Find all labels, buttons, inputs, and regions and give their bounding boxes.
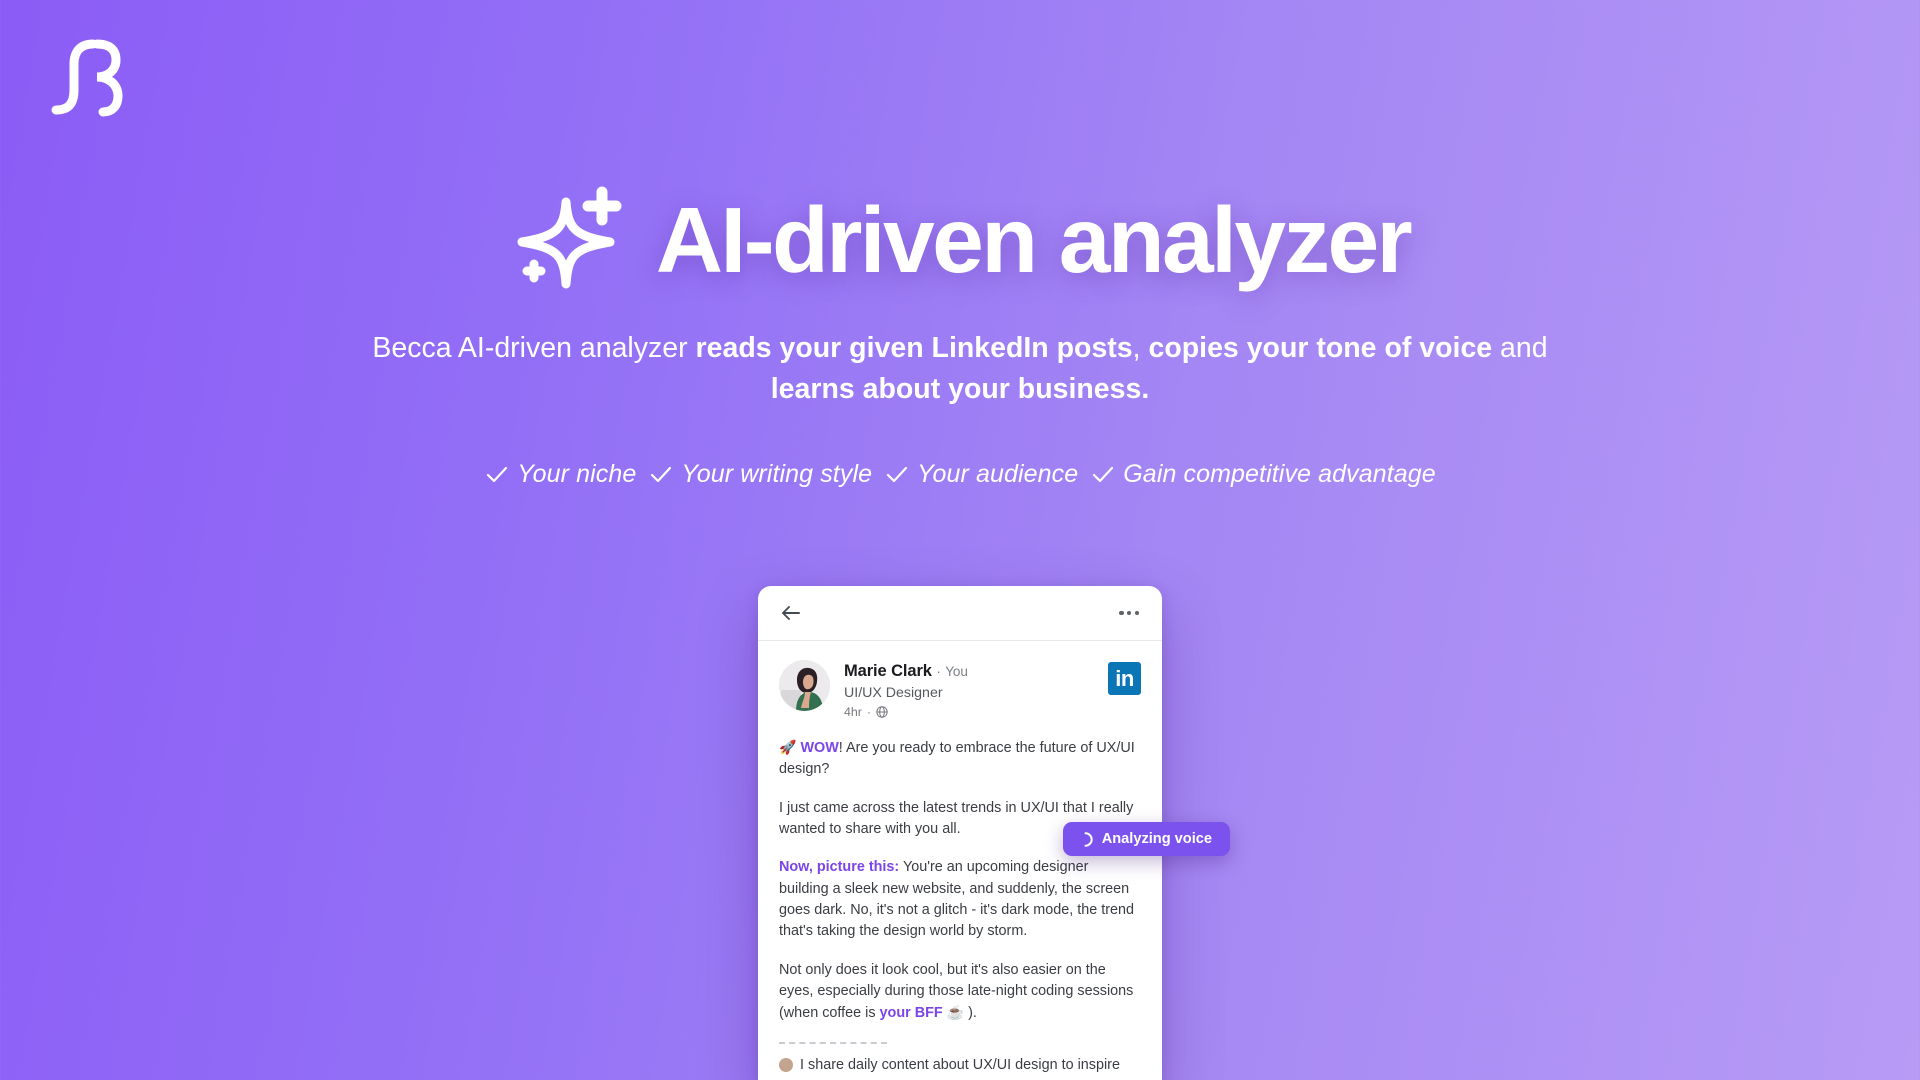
feature-label: Your audience [917, 460, 1079, 489]
feature-label: Gain competitive advantage [1123, 460, 1436, 489]
loading-spinner-icon [1078, 831, 1093, 847]
coffee-emoji-icon: ☕ [946, 1004, 965, 1021]
headline-row: AI-driven analyzer [510, 178, 1413, 302]
author-name: Marie Clark [844, 662, 932, 680]
meta-separator: · [866, 705, 872, 720]
dashed-divider [779, 1041, 887, 1044]
post-meta: 4hr · [844, 705, 1108, 719]
post-body: 🚀 WOW! Are you ready to embrace the futu… [758, 719, 1162, 1076]
post-paragraph-3: Now, picture this: You're an upcoming de… [779, 857, 1141, 942]
avatar[interactable] [779, 660, 830, 711]
picture-this-highlight: Now, picture this: [779, 859, 900, 876]
check-icon [884, 464, 910, 486]
subtitle-part-3: and [1492, 332, 1548, 364]
post-author-header: Marie Clark · You UI/UX Designer 4hr · i… [758, 641, 1162, 719]
feature-label: Your niche [517, 460, 637, 489]
post-paragraph-1: 🚀 WOW! Are you ready to embrace the futu… [779, 737, 1141, 781]
back-arrow-icon[interactable] [779, 601, 803, 625]
sparkle-star-icon [510, 184, 628, 302]
feature-item: Your niche [484, 460, 636, 489]
author-info: Marie Clark · You UI/UX Designer 4hr · [844, 660, 1108, 719]
becca-monogram-logo-icon [50, 38, 132, 118]
post-paragraph-4: Not only does it look cool, but it's als… [779, 960, 1141, 1025]
subtitle-part-2: , [1132, 332, 1149, 364]
subtitle-bold-2: copies your tone of voice [1148, 332, 1493, 364]
author-name-row: Marie Clark · You [844, 661, 1108, 682]
linkedin-logo: in [1108, 662, 1141, 695]
post-preview: Marie Clark · You UI/UX Designer 4hr · i… [758, 586, 1230, 1080]
feature-item: Gain competitive advantage [1078, 460, 1436, 489]
globe-icon [876, 706, 888, 718]
hero-subtitle: Becca AI-driven analyzer reads your give… [345, 328, 1575, 410]
subtitle-part-1: Becca AI-driven analyzer [372, 332, 696, 364]
feature-label: Your writing style [681, 460, 873, 489]
feature-item: Your writing style [636, 460, 872, 489]
hero-section: AI-driven analyzer Becca AI-driven analy… [0, 178, 1920, 489]
becca-logo[interactable] [50, 38, 132, 118]
bff-highlight: your BFF [879, 1005, 943, 1022]
mini-avatar-icon [779, 1057, 793, 1072]
subtitle-bold-1: reads your given LinkedIn posts [695, 332, 1133, 364]
wow-highlight: WOW [800, 740, 839, 757]
post-footer-line: I share daily content about UX/UI design… [779, 1055, 1141, 1076]
footer-text: I share daily content about UX/UI design… [800, 1056, 1120, 1073]
check-icon [484, 464, 510, 486]
rocket-emoji-icon: 🚀 [779, 739, 797, 756]
feature-item: Your audience [872, 460, 1078, 489]
more-options-icon[interactable] [1117, 603, 1141, 623]
card-topbar [758, 586, 1162, 641]
author-role: UI/UX Designer [844, 684, 943, 701]
analyzing-voice-badge: Analyzing voice [1062, 822, 1230, 856]
page-title: AI-driven analyzer [655, 187, 1413, 292]
subtitle-bold-3: learns about your business. [770, 373, 1150, 406]
check-icon [1090, 464, 1116, 486]
check-icon [648, 464, 674, 486]
badge-label: Analyzing voice [1101, 831, 1212, 847]
feature-list: Your niche Your writing style Your audie… [484, 460, 1436, 489]
paragraph-4-end: ). [964, 1005, 977, 1022]
post-time: 4hr [844, 705, 862, 720]
name-separator: · [936, 664, 941, 679]
author-relationship: You [945, 664, 968, 679]
